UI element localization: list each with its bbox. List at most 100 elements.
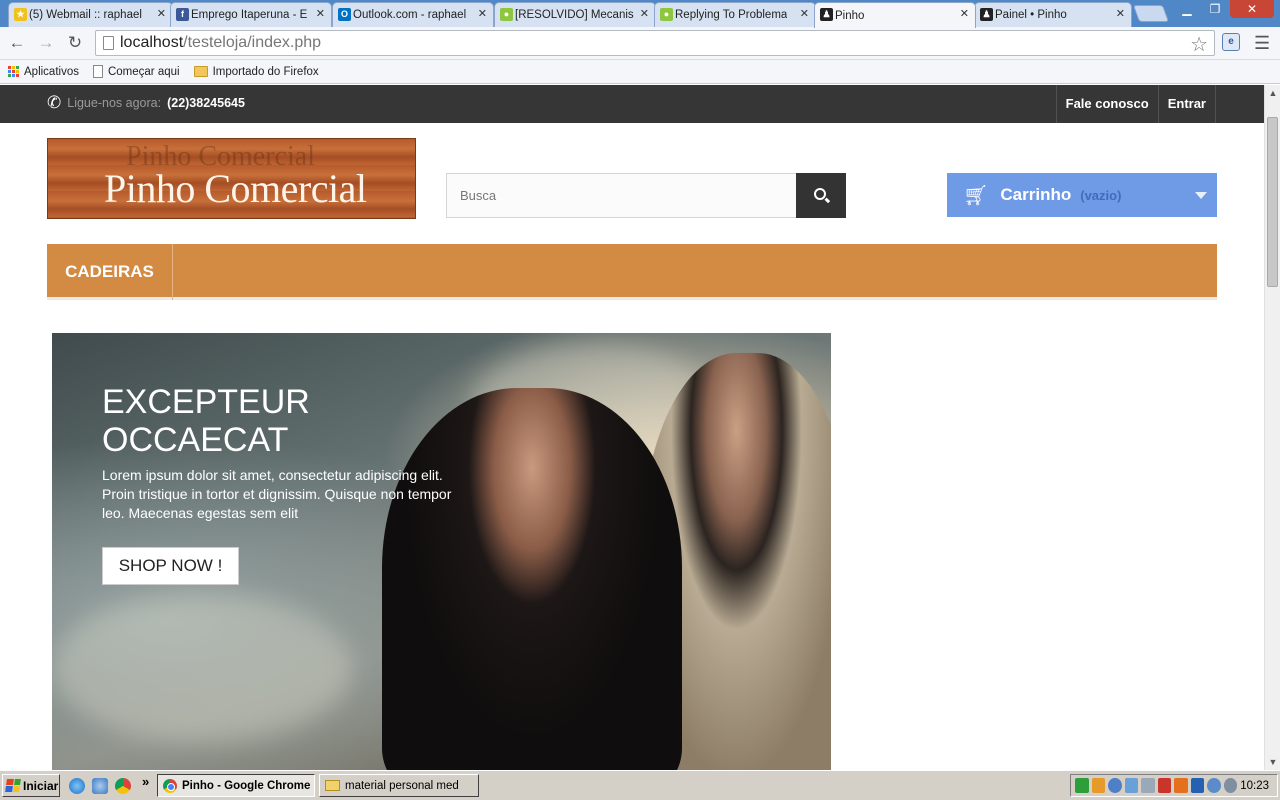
- shop-logo[interactable]: Pinho Comercial Pinho Comercial: [47, 138, 416, 219]
- task-folder[interactable]: material personal med: [319, 774, 479, 797]
- tray-app-icon[interactable]: [1190, 778, 1205, 793]
- window-controls: ▁ ❐ ✕: [1174, 0, 1274, 18]
- tab-close-icon[interactable]: ✕: [640, 8, 649, 21]
- clock: 10:23: [1240, 779, 1269, 792]
- tab-close-icon[interactable]: ✕: [316, 8, 325, 21]
- tab-outlook[interactable]: O Outlook.com - raphael ✕: [332, 2, 494, 27]
- browser-toolbar: ← → ↻ localhost/testeloja/index.php ☆: [0, 27, 1280, 60]
- chrome-menu-icon[interactable]: ☰: [1254, 33, 1270, 54]
- tab-close-icon[interactable]: ✕: [1116, 8, 1125, 21]
- chrome-launch-icon[interactable]: [115, 778, 131, 794]
- menu-item-cadeiras[interactable]: CADEIRAS: [47, 244, 173, 300]
- address-bar[interactable]: localhost/testeloja/index.php ☆: [95, 30, 1215, 56]
- new-tab-button[interactable]: [1132, 5, 1170, 22]
- apps-grid-icon: [8, 66, 19, 77]
- hero-title-line: EXCEPTEUR: [102, 383, 310, 421]
- back-arrow-icon[interactable]: ←: [6, 33, 28, 53]
- cart-icon: 🛒︎: [963, 184, 989, 207]
- search-icon: [814, 188, 826, 200]
- start-button[interactable]: Iniciar: [2, 774, 60, 797]
- tray-volume-icon[interactable]: [1223, 778, 1238, 793]
- tray-network-icon[interactable]: [1124, 778, 1139, 793]
- phone-contact: ✆ Ligue-nos agora: (22)38245645: [47, 93, 245, 113]
- tab-close-icon[interactable]: ✕: [960, 8, 969, 21]
- url-path: /testeloja/index.php: [183, 34, 322, 51]
- tab-webmail[interactable]: ★ (5) Webmail :: raphael ✕: [8, 2, 173, 27]
- tab-painel[interactable]: ♟ Painel • Pinho ✕: [974, 2, 1132, 27]
- page-icon: [92, 65, 103, 78]
- tab-title: Emprego Itaperuna - E: [191, 9, 308, 21]
- tab-emprego[interactable]: f Emprego Itaperuna - E ✕: [170, 2, 332, 27]
- task-label: material personal med: [345, 779, 459, 792]
- show-desktop-icon[interactable]: [92, 778, 108, 794]
- page-viewport: ✆ Ligue-nos agora: (22)38245645 Fale con…: [0, 85, 1264, 770]
- tab-title: Replying To Problema: [675, 9, 788, 21]
- tray-network-icon[interactable]: [1108, 778, 1122, 793]
- bookmark-label: Importado do Firefox: [212, 65, 319, 78]
- scroll-up-icon[interactable]: ▲: [1265, 85, 1280, 101]
- login-link[interactable]: Entrar: [1157, 85, 1216, 123]
- restore-icon[interactable]: ❐: [1202, 0, 1228, 18]
- phone-number: (22)38245645: [167, 96, 245, 110]
- tray-app-icon[interactable]: [1174, 778, 1188, 793]
- cart-button[interactable]: 🛒︎ Carrinho (vazio): [947, 173, 1217, 217]
- bookmark-apps[interactable]: Aplicativos: [8, 66, 79, 78]
- topbar-links: Fale conosco Entrar: [1055, 85, 1216, 123]
- tray-shield-icon[interactable]: [1157, 778, 1172, 793]
- windows-logo-icon: [5, 779, 21, 792]
- cart-status: (vazio): [1080, 187, 1122, 203]
- tab-title: Pinho: [835, 9, 865, 22]
- outlook-favicon-icon: O: [338, 8, 351, 21]
- category-menu: CADEIRAS: [47, 244, 1217, 300]
- task-chrome[interactable]: Pinho - Google Chrome: [157, 774, 315, 797]
- hero-cloud: [52, 593, 352, 743]
- forum-favicon-icon: ●: [660, 8, 673, 21]
- shop-now-button[interactable]: SHOP NOW !: [102, 547, 239, 585]
- phone-icon: ✆: [47, 93, 62, 112]
- hero-woman-image: [382, 388, 682, 770]
- chrome-icon: [163, 778, 177, 793]
- prestashop-favicon-icon: ♟: [980, 8, 993, 21]
- windows-taskbar: Iniciar » Pinho - Google Chrome material…: [0, 770, 1280, 800]
- hero-text: Lorem ipsum dolor sit amet, consectetur …: [102, 467, 452, 521]
- forward-arrow-icon[interactable]: →: [35, 33, 57, 53]
- contact-link[interactable]: Fale conosco: [1055, 85, 1158, 123]
- close-window-icon[interactable]: ✕: [1230, 0, 1274, 18]
- page-scrollbar[interactable]: ▲ ▼: [1264, 85, 1280, 770]
- bookmark-star-icon[interactable]: ☆: [1190, 32, 1208, 57]
- quicklaunch-more-icon[interactable]: »: [142, 774, 149, 789]
- hero-slide[interactable]: EXCEPTEUR OCCAECAT Lorem ipsum dolor sit…: [52, 333, 831, 770]
- folder-icon: [325, 780, 340, 791]
- shop-topbar: ✆ Ligue-nos agora: (22)38245645 Fale con…: [0, 85, 1264, 123]
- tray-app-icon[interactable]: [1207, 778, 1221, 793]
- scroll-thumb[interactable]: [1267, 117, 1278, 287]
- bookmark-start-here[interactable]: Começar aqui: [92, 65, 180, 78]
- folder-icon: [193, 66, 208, 77]
- search-input[interactable]: [446, 173, 797, 218]
- tab-close-icon[interactable]: ✕: [157, 8, 166, 21]
- tray-app-icon[interactable]: [1141, 778, 1155, 793]
- bookmark-firefox-folder[interactable]: Importado do Firefox: [193, 65, 319, 78]
- tab-replying[interactable]: ● Replying To Problema ✕: [654, 2, 816, 27]
- search-button[interactable]: [796, 173, 846, 218]
- minimize-icon[interactable]: ▁: [1174, 0, 1200, 18]
- call-label: Ligue-nos agora:: [67, 96, 162, 110]
- logo-name: Pinho Comercial: [104, 166, 367, 211]
- extension-icon[interactable]: e: [1222, 33, 1240, 51]
- tab-close-icon[interactable]: ✕: [800, 8, 809, 21]
- bookmarks-bar: Aplicativos Começar aqui Importado do Fi…: [0, 60, 1280, 84]
- hero-title: EXCEPTEUR OCCAECAT: [102, 383, 310, 459]
- tray-app-icon[interactable]: [1091, 778, 1106, 793]
- tab-strip: ★ (5) Webmail :: raphael ✕ f Emprego Ita…: [0, 0, 1280, 28]
- tab-close-icon[interactable]: ✕: [478, 8, 487, 21]
- tab-title: [RESOLVIDO] Mecanis: [515, 9, 634, 21]
- ie-icon[interactable]: [69, 778, 85, 794]
- hero-title-line: OCCAECAT: [102, 421, 289, 459]
- scroll-down-icon[interactable]: ▼: [1265, 754, 1280, 770]
- reload-icon[interactable]: ↻: [64, 33, 86, 53]
- tray-app-icon[interactable]: [1075, 778, 1089, 793]
- tab-resolvido[interactable]: ● [RESOLVIDO] Mecanis ✕: [494, 2, 656, 27]
- facebook-favicon-icon: f: [176, 8, 189, 21]
- tab-pinho[interactable]: ♟ Pinho ✕: [814, 2, 976, 28]
- url-host: localhost: [120, 34, 184, 51]
